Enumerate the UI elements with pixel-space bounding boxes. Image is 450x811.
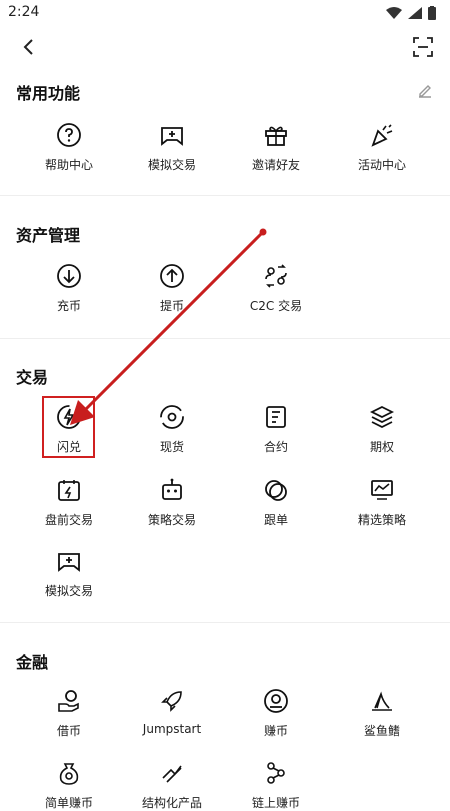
grid-item-shark-fin[interactable]: 鲨鱼鳍 — [326, 688, 438, 739]
battery-icon — [428, 6, 436, 20]
edit-icon[interactable] — [416, 82, 434, 100]
grid-item-borrow[interactable]: 借币 — [13, 688, 125, 739]
copy-trade-icon — [265, 480, 287, 501]
grid-item-label: 策略交易 — [147, 513, 196, 527]
grid-item-label: 链上赚币 — [251, 796, 300, 810]
contract-icon — [266, 406, 286, 428]
spot-icon — [160, 405, 184, 429]
section-title-trade: 交易 — [16, 368, 49, 387]
grid-item-invite[interactable]: 邀请好友 — [220, 122, 332, 173]
deposit-icon — [57, 264, 81, 288]
grid-item-label: 赚币 — [263, 724, 288, 738]
simple-earn-icon — [59, 763, 79, 785]
c2c-icon — [265, 264, 287, 288]
back-icon[interactable] — [18, 36, 40, 58]
grid-item-label: 期权 — [369, 440, 394, 454]
withdraw-icon — [160, 264, 184, 288]
grid-item-label: 精选策略 — [357, 513, 406, 527]
shark-fin-icon — [372, 691, 392, 711]
status-icons — [386, 6, 436, 20]
grid-item-deposit[interactable]: 充币 — [13, 263, 125, 314]
grid-item-label: 邀请好友 — [251, 158, 300, 172]
grid-item-simple-earn[interactable]: 简单赚币 — [13, 760, 125, 811]
grid-item-events[interactable]: 活动中心 — [326, 122, 438, 173]
grid-item-label: 充币 — [56, 299, 81, 313]
grid-item-jumpstart[interactable]: Jumpstart — [116, 688, 228, 736]
help-icon — [57, 123, 81, 147]
grid-item-onchain-earn[interactable]: 链上赚币 — [220, 760, 332, 811]
scan-icon[interactable] — [412, 36, 434, 58]
divider — [0, 195, 450, 196]
signal-icon — [408, 7, 422, 19]
grid-item-label: 结构化产品 — [141, 796, 202, 810]
grid-item-selected-strategy[interactable]: 精选策略 — [326, 477, 438, 528]
grid-item-copy-trade[interactable]: 跟单 — [220, 477, 332, 528]
options-icon — [369, 405, 395, 429]
status-bar: 2:24 — [0, 0, 450, 26]
grid-item-simulated-trade[interactable]: 模拟交易 — [116, 122, 228, 173]
status-time: 2:24 — [8, 4, 40, 20]
grid-item-label: 模拟交易 — [44, 584, 93, 598]
grid-item-c2c[interactable]: C2C 交易 — [220, 263, 332, 314]
grid-item-help[interactable]: 帮助中心 — [13, 122, 125, 173]
grid-item-label: Jumpstart — [142, 722, 202, 736]
jumpstart-rocket-icon — [161, 691, 182, 712]
grid-item-label: 简单赚币 — [44, 796, 93, 810]
section-title-assets: 资产管理 — [16, 226, 81, 245]
grid-item-label: C2C 交易 — [249, 299, 303, 313]
grid-item-label: 活动中心 — [357, 158, 406, 172]
structured-product-icon — [162, 765, 182, 783]
grid-item-structured-product[interactable]: 结构化产品 — [116, 760, 228, 811]
grid-item-label: 模拟交易 — [147, 158, 196, 172]
simulated-trade-icon — [161, 127, 183, 146]
grid-item-simulated-trade-2[interactable]: 模拟交易 — [13, 548, 125, 599]
grid-item-pre-market[interactable]: 盘前交易 — [13, 477, 125, 528]
grid-item-label: 鲨鱼鳍 — [363, 724, 400, 738]
grid-item-label: 现货 — [159, 440, 184, 454]
strategy-bot-icon — [162, 478, 182, 500]
divider — [0, 622, 450, 623]
grid-item-label: 合约 — [263, 440, 288, 454]
grid-item-label: 跟单 — [263, 513, 288, 527]
simulated-trade-icon — [58, 553, 80, 572]
borrow-icon — [58, 690, 79, 712]
grid-item-label: 借币 — [56, 724, 81, 738]
top-bar — [0, 26, 450, 66]
selected-strategy-icon — [371, 480, 393, 500]
wifi-icon — [386, 7, 402, 19]
grid-item-strategy[interactable]: 策略交易 — [116, 477, 228, 528]
grid-item-spot[interactable]: 现货 — [116, 404, 228, 455]
grid-item-options[interactable]: 期权 — [326, 404, 438, 455]
grid-item-label: 提币 — [159, 299, 184, 313]
party-popper-icon — [371, 124, 393, 147]
section-title-common: 常用功能 — [16, 84, 81, 103]
grid-item-label: 盘前交易 — [44, 513, 93, 527]
earn-icon — [264, 689, 288, 713]
grid-item-withdraw[interactable]: 提币 — [116, 263, 228, 314]
gift-icon — [265, 126, 287, 146]
grid-item-label: 帮助中心 — [44, 158, 93, 172]
divider — [0, 338, 450, 339]
onchain-earn-icon — [267, 762, 285, 784]
grid-item-contract[interactable]: 合约 — [220, 404, 332, 455]
pre-market-icon — [58, 480, 80, 501]
section-title-finance: 金融 — [16, 653, 49, 672]
highlight-box — [42, 396, 95, 458]
grid-item-earn[interactable]: 赚币 — [220, 688, 332, 739]
